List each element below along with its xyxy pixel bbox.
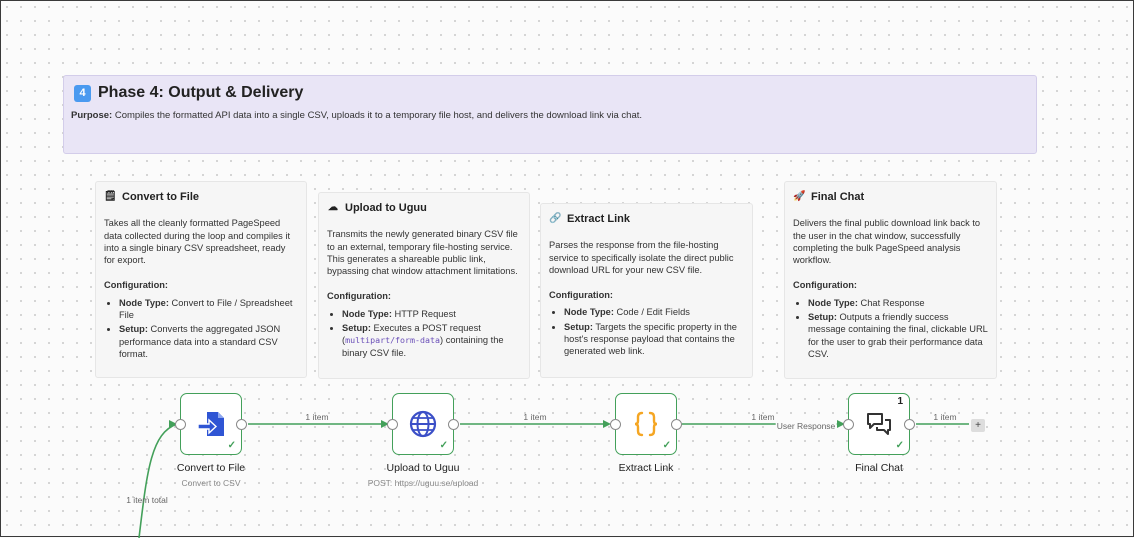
connection-label: 1 item — [933, 412, 957, 422]
connection-label: 1 item — [523, 412, 547, 422]
input-port[interactable] — [387, 418, 398, 430]
connection-wires — [138, 420, 969, 538]
chat-icon — [867, 413, 891, 435]
output-port[interactable] — [904, 418, 915, 430]
success-check-icon: ✓ — [662, 440, 671, 451]
output-name-label: User Response — [775, 421, 837, 431]
node-name: Convert to File — [176, 462, 246, 474]
node-name: Upload to Uguu — [386, 462, 460, 474]
code-braces-icon — [634, 411, 658, 437]
node-subtitle: Convert to CSV — [181, 478, 241, 488]
node-subtitle: POST: https://uguu.se/upload — [367, 478, 479, 488]
add-node-button[interactable]: + — [971, 419, 985, 432]
connection-label: 1 item — [751, 412, 775, 422]
node-name: Final Chat — [855, 462, 903, 474]
success-check-icon: ✓ — [227, 440, 236, 451]
output-port[interactable] — [236, 418, 247, 430]
execution-count-badge: 1 — [897, 396, 903, 407]
input-port[interactable] — [843, 418, 854, 430]
node-extract-link[interactable]: ✓ — [610, 393, 682, 455]
node-name: Extract Link — [618, 462, 674, 474]
file-convert-icon — [197, 412, 224, 436]
output-port[interactable] — [671, 418, 682, 430]
incoming-count-label: 1 item total — [126, 495, 168, 505]
connection-label: 1 item — [305, 412, 329, 422]
node-final-chat[interactable]: 1 ✓ — [843, 393, 915, 455]
success-check-icon: ✓ — [439, 440, 448, 451]
globe-icon — [409, 410, 437, 438]
node-upload-to-uguu[interactable]: ✓ — [387, 393, 459, 455]
node-convert-to-file[interactable]: ✓ — [175, 393, 247, 455]
success-check-icon: ✓ — [895, 440, 904, 451]
incoming-wire[interactable] — [138, 423, 178, 538]
input-port[interactable] — [175, 418, 186, 430]
input-port[interactable] — [610, 418, 621, 430]
output-port[interactable] — [448, 418, 459, 430]
